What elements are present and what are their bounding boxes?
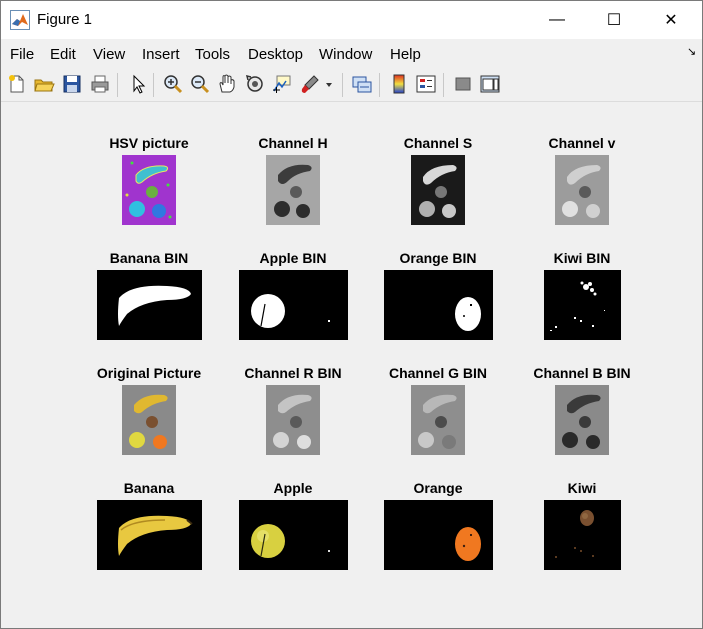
new-figure-icon[interactable]: [6, 73, 28, 95]
maximize-icon: ☐: [606, 12, 622, 29]
zoom-in-icon[interactable]: [162, 73, 184, 95]
subplot-title-banana: Banana: [123, 480, 175, 496]
kiwi-image: [544, 500, 621, 570]
subplot-title-channel-g-bin: Channel G BIN: [388, 365, 487, 381]
dock-figure-icon[interactable]: ↘: [687, 45, 696, 58]
rotate-3d-icon[interactable]: [244, 73, 266, 95]
subplot-title-kiwi: Kiwi: [567, 480, 597, 496]
legend-icon[interactable]: [415, 73, 437, 95]
toolbar-separator: [443, 73, 444, 97]
close-button[interactable]: ✕: [648, 1, 694, 39]
brush-icon[interactable]: [299, 73, 321, 95]
subplot-title-channel-v: Channel v: [548, 135, 616, 151]
apple-bin-image: [239, 270, 348, 340]
menu-file[interactable]: File: [10, 46, 34, 63]
toolbar-separator: [379, 73, 380, 97]
print-icon[interactable]: [89, 73, 111, 95]
link-plot-icon[interactable]: [351, 73, 373, 95]
menu-insert[interactable]: Insert: [142, 46, 180, 63]
channel-g-bin-image: [411, 385, 465, 455]
kiwi-bin-image: [544, 270, 621, 340]
maximize-button[interactable]: ☐: [591, 1, 637, 39]
channel-r-bin-image: [266, 385, 320, 455]
apple-image: [239, 500, 348, 570]
figure-window: Figure 1 — ☐ ✕ File Edit View Insert Too…: [0, 0, 703, 629]
menu-view[interactable]: View: [93, 46, 125, 63]
hide-plot-tools-icon[interactable]: [452, 73, 474, 95]
subplot-title-orange: Orange: [413, 480, 463, 496]
subplot-title-channel-h: Channel H: [258, 135, 328, 151]
title-bar[interactable]: Figure 1 — ☐ ✕: [1, 1, 702, 39]
menu-edit[interactable]: Edit: [50, 46, 76, 63]
subplot-title-apple-bin: Apple BIN: [259, 250, 327, 266]
subplot-title-orange-bin: Orange BIN: [399, 250, 477, 266]
channel-h-image: [266, 155, 320, 225]
figure-toolbar: [1, 69, 702, 102]
orange-image: [384, 500, 493, 570]
pan-hand-icon[interactable]: [216, 73, 238, 95]
menu-desktop[interactable]: Desktop: [248, 46, 303, 63]
menu-help[interactable]: Help: [390, 46, 421, 63]
subplot-title-original-picture: Original Picture: [96, 365, 202, 381]
original-picture-image: [122, 385, 176, 455]
hsv-picture-image: [122, 155, 176, 225]
toolbar-separator: [153, 73, 154, 97]
orange-bin-image: [384, 270, 493, 340]
matlab-logo-icon: [10, 10, 30, 30]
subplot-title-banana-bin: Banana BIN: [109, 250, 189, 266]
channel-v-image: [555, 155, 609, 225]
subplot-title-channel-s: Channel S: [403, 135, 473, 151]
banana-image: [97, 500, 202, 570]
menu-window[interactable]: Window: [319, 46, 372, 63]
minimize-icon: —: [549, 11, 565, 28]
window-title: Figure 1: [37, 11, 93, 28]
subplot-title-kiwi-bin: Kiwi BIN: [553, 250, 611, 266]
toolbar-separator: [117, 73, 118, 97]
menu-bar: File Edit View Insert Tools Desktop Wind…: [1, 39, 702, 69]
brush-dropdown-icon[interactable]: [323, 73, 335, 95]
menu-tools[interactable]: Tools: [195, 46, 230, 63]
colorbar-icon[interactable]: [388, 73, 410, 95]
zoom-out-icon[interactable]: [189, 73, 211, 95]
show-plot-tools-icon[interactable]: [479, 73, 501, 95]
channel-b-bin-image: [555, 385, 609, 455]
close-icon: ✕: [664, 12, 678, 29]
subplot-title-channel-r-bin: Channel R BIN: [244, 365, 342, 381]
select-arrow-icon[interactable]: [127, 73, 149, 95]
toolbar-separator: [342, 73, 343, 97]
figure-canvas: HSV picture Channel H Channel S Channel …: [2, 102, 702, 628]
data-cursor-icon[interactable]: [271, 73, 293, 95]
subplot-title-hsv-picture: HSV picture: [109, 135, 189, 151]
banana-bin-image: [97, 270, 202, 340]
subplot-title-channel-b-bin: Channel B BIN: [533, 365, 631, 381]
save-icon[interactable]: [61, 73, 83, 95]
subplot-title-apple: Apple: [273, 480, 313, 496]
minimize-button[interactable]: —: [534, 1, 580, 39]
open-file-icon[interactable]: [33, 73, 55, 95]
channel-s-image: [411, 155, 465, 225]
